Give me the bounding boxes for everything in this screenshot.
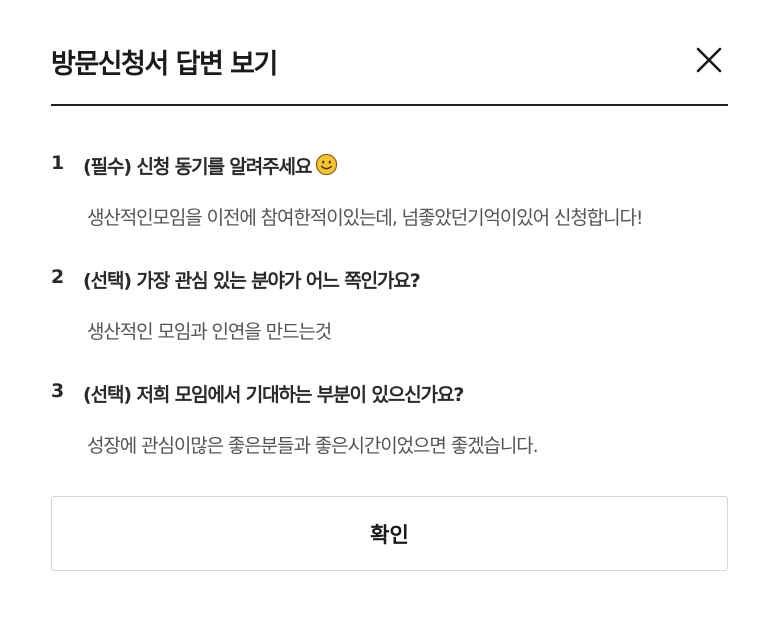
modal-header: 방문신청서 답변 보기: [51, 36, 728, 106]
close-icon: [694, 45, 724, 75]
answer-text: 성장에 관심이많은 좋은분들과 좋은시간이었으면 좋겠습니다.: [87, 435, 539, 457]
question-block-1: 1 (필수) 신청 동기를 알려주세요 생산적인모임을 이전에 참여한적이있는데…: [51, 152, 741, 229]
confirm-button-label: 확인: [370, 522, 409, 547]
question-number: 1: [51, 152, 65, 174]
answer-view-modal: 방문신청서 답변 보기 1 (필수) 신청 동기를 알려주세요 생산적인모임을 …: [0, 0, 784, 621]
answer-text: 생산적인 모임과 인연을 만드는것: [87, 321, 332, 343]
question-number: 2: [51, 266, 65, 288]
question-text: (필수) 신청 동기를 알려주세요: [83, 152, 338, 181]
question-text: (선택) 가장 관심 있는 분야가 어느 쪽인가요?: [83, 270, 421, 292]
confirm-button[interactable]: 확인: [51, 496, 728, 571]
question-text: (선택) 저희 모임에서 기대하는 부분이 있으신가요?: [83, 384, 464, 406]
question-block-2: 2 (선택) 가장 관심 있는 분야가 어느 쪽인가요? 생산적인 모임과 인연…: [51, 266, 741, 343]
modal-title: 방문신청서 답변 보기: [51, 49, 278, 80]
answer-text: 생산적인모임을 이전에 참여한적이있는데, 넘좋았던기억이있어 신청합니다!: [87, 207, 643, 229]
close-button[interactable]: [694, 45, 724, 75]
question-block-3: 3 (선택) 저희 모임에서 기대하는 부분이 있으신가요? 성장에 관심이많은…: [51, 380, 741, 457]
question-number: 3: [51, 380, 65, 402]
smiling-face-icon: [315, 153, 338, 181]
